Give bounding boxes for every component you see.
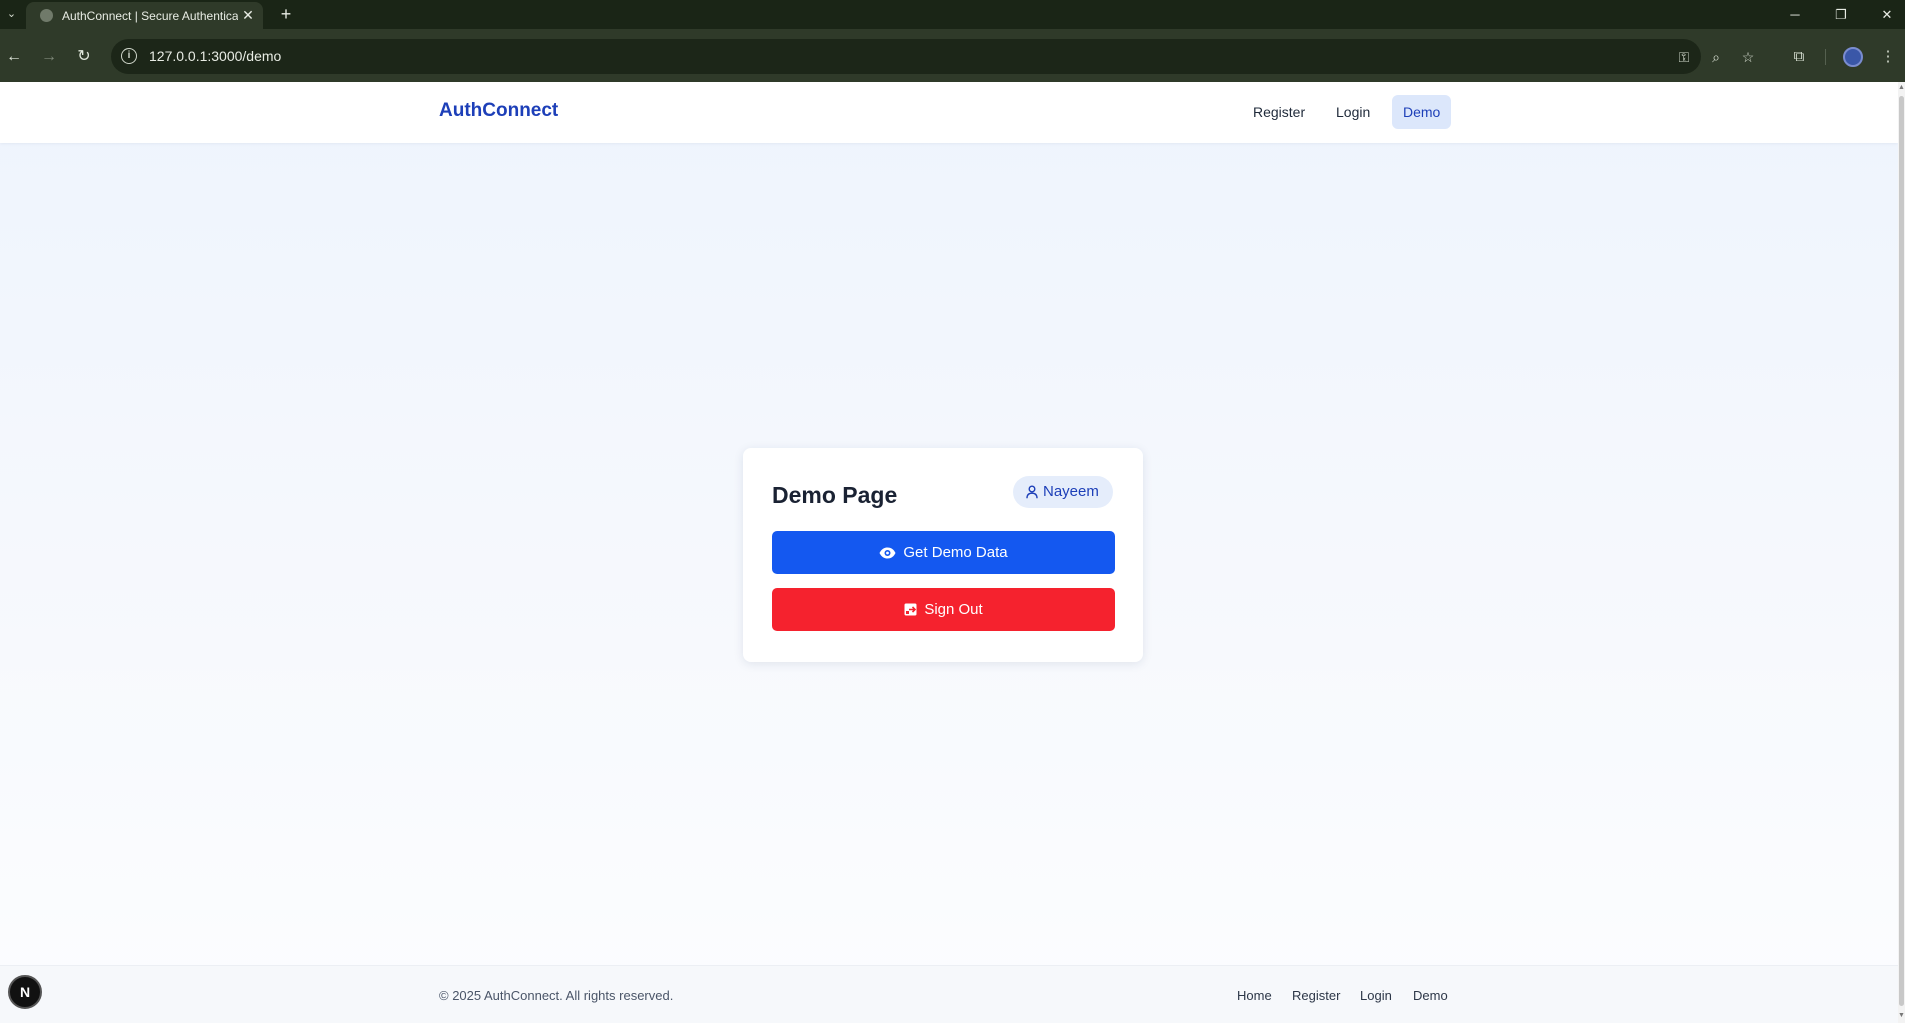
- site-info-icon[interactable]: i: [121, 48, 137, 64]
- sign-out-label: Sign Out: [924, 601, 983, 618]
- forward-arrow-icon[interactable]: →: [38, 46, 60, 68]
- nav-login-link[interactable]: Login: [1325, 95, 1381, 129]
- scrollbar-thumb[interactable]: [1899, 96, 1904, 1006]
- browser-tab[interactable]: AuthConnect | Secure Authentication ✕: [26, 2, 263, 29]
- address-url[interactable]: 127.0.0.1:3000/demo: [149, 48, 281, 64]
- address-bar[interactable]: i 127.0.0.1:3000/demo ⚿ ⌕ ☆: [111, 39, 1754, 74]
- nav-register-link[interactable]: Register: [1242, 95, 1316, 129]
- user-name: Nayeem: [1043, 483, 1099, 500]
- brand-logo-link[interactable]: AuthConnect: [439, 100, 558, 122]
- toolbar-divider: [1825, 49, 1826, 65]
- zoom-icon[interactable]: ⌕: [1705, 46, 1727, 68]
- eye-icon: [879, 547, 896, 558]
- page-viewport: AuthConnect Register Login Demo Demo Pag…: [0, 82, 1905, 1023]
- menu-kebab-icon[interactable]: ⋮: [1877, 46, 1899, 68]
- get-demo-data-label: Get Demo Data: [903, 544, 1008, 561]
- site-footer: © 2025 AuthConnect. All rights reserved.…: [0, 965, 1898, 1023]
- new-tab-button[interactable]: +: [276, 5, 296, 25]
- restore-window-icon[interactable]: ❐: [1831, 5, 1851, 25]
- browser-tab-bar: ⌄ AuthConnect | Secure Authentication ✕ …: [0, 0, 1905, 29]
- user-icon: [1026, 485, 1038, 499]
- site-header: AuthConnect Register Login Demo: [0, 82, 1898, 143]
- sign-out-icon: [904, 603, 917, 616]
- demo-card: Demo Page Nayeem Get Demo Data Sign Out: [743, 448, 1143, 662]
- footer-login-link[interactable]: Login: [1360, 988, 1392, 1003]
- scroll-down-arrow-icon[interactable]: ▼: [1898, 1012, 1905, 1020]
- bookmark-star-icon[interactable]: ☆: [1737, 46, 1759, 68]
- get-demo-data-button[interactable]: Get Demo Data: [772, 531, 1115, 574]
- back-arrow-icon[interactable]: ←: [3, 46, 25, 68]
- tab-close-icon[interactable]: ✕: [240, 7, 256, 23]
- sign-out-button[interactable]: Sign Out: [772, 588, 1115, 631]
- globe-icon: [40, 9, 53, 22]
- footer-demo-link[interactable]: Demo: [1413, 988, 1448, 1003]
- nav-demo-link[interactable]: Demo: [1392, 95, 1452, 129]
- minimize-window-icon[interactable]: ─: [1785, 5, 1805, 25]
- browser-toolbar: ← → ↻ i 127.0.0.1:3000/demo ⚿ ⌕ ☆ ⧉ ⋮: [0, 29, 1905, 82]
- tab-title: AuthConnect | Secure Authentication: [62, 9, 238, 23]
- copyright-text: © 2025 AuthConnect. All rights reserved.: [439, 988, 674, 1003]
- page-scrollbar[interactable]: ▲ ▼: [1898, 82, 1905, 1023]
- nextjs-dev-badge[interactable]: N: [8, 975, 42, 1009]
- scroll-up-arrow-icon[interactable]: ▲: [1898, 84, 1905, 92]
- close-window-icon[interactable]: ✕: [1877, 5, 1897, 25]
- user-badge: Nayeem: [1013, 476, 1113, 508]
- reload-icon[interactable]: ↻: [73, 46, 95, 68]
- extensions-puzzle-icon[interactable]: ⧉: [1788, 46, 1810, 68]
- key-icon[interactable]: ⚿: [1673, 46, 1695, 68]
- profile-avatar[interactable]: [1843, 47, 1863, 67]
- footer-home-link[interactable]: Home: [1237, 988, 1272, 1003]
- footer-register-link[interactable]: Register: [1292, 988, 1340, 1003]
- tab-search-chevron-icon[interactable]: ⌄: [3, 6, 20, 23]
- page-title: Demo Page: [772, 482, 898, 508]
